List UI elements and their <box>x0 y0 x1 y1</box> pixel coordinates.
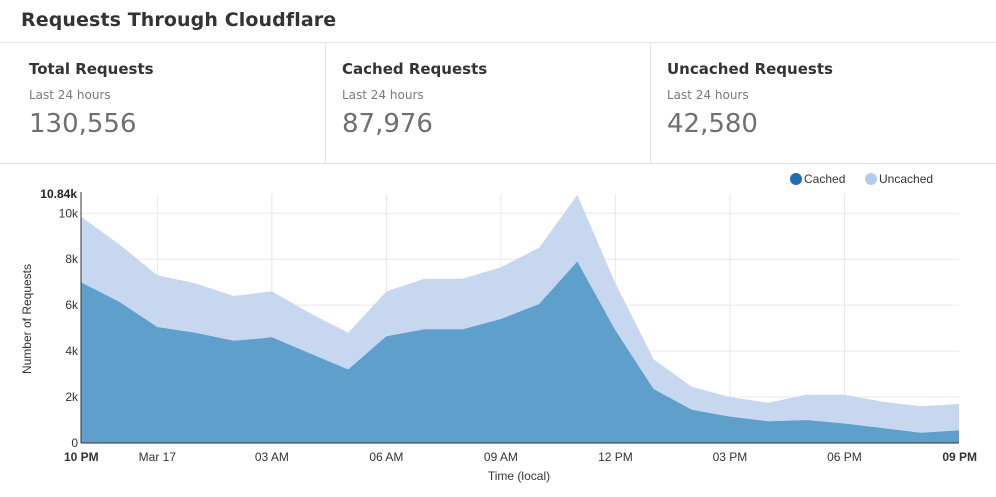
y-tick-label: 10k <box>59 206 79 220</box>
legend-swatch-uncached[interactable] <box>865 173 877 185</box>
x-tick-label: 09 AM <box>484 450 518 464</box>
y-tick-label: 6k <box>65 298 79 312</box>
y-axis-title: Number of Requests <box>20 264 34 374</box>
legend-label-cached: Cached <box>804 172 845 186</box>
x-tick-label: 06 PM <box>827 450 862 464</box>
legend-swatch-cached[interactable] <box>790 173 802 185</box>
y-tick-label: 4k <box>65 344 79 358</box>
x-tick-label: 12 PM <box>598 450 633 464</box>
stat-subtitle: Last 24 hours <box>29 88 111 102</box>
stat-title: Total Requests <box>29 60 154 78</box>
x-tick-label: 10 PM <box>64 450 99 464</box>
stat-card-cached: Cached Requests Last 24 hours 87,976 <box>325 43 650 163</box>
y-max-label: 10.84k <box>40 187 77 201</box>
legend-label-uncached: Uncached <box>879 172 933 186</box>
stat-value: 87,976 <box>342 109 433 139</box>
x-tick-label: 09 PM <box>942 450 977 464</box>
x-axis-title: Time (local) <box>488 469 550 483</box>
stat-value: 42,580 <box>667 109 758 139</box>
stat-title: Uncached Requests <box>667 60 833 78</box>
stat-value: 130,556 <box>29 109 137 139</box>
stats-row: Total Requests Last 24 hours 130,556 Cac… <box>0 43 996 164</box>
stat-title: Cached Requests <box>342 60 488 78</box>
stat-card-uncached: Uncached Requests Last 24 hours 42,580 <box>650 43 996 163</box>
stat-subtitle: Last 24 hours <box>667 88 749 102</box>
x-tick-label: 03 PM <box>713 450 748 464</box>
page-header: Requests Through Cloudflare <box>0 0 996 43</box>
chart-svg: 10.84k 0 2k 4k 6k 8k 10k 10 PM Mar 17 03 AM 06 AM 0… <box>20 172 977 483</box>
y-tick-label: 2k <box>65 390 79 404</box>
stat-subtitle: Last 24 hours <box>342 88 424 102</box>
x-tick-label: 03 AM <box>255 450 289 464</box>
y-tick-label: 8k <box>65 252 79 266</box>
x-tick-label: Mar 17 <box>139 450 177 464</box>
x-tick-label: 06 AM <box>369 450 403 464</box>
requests-chart: 10.84k 0 2k 4k 6k 8k 10k 10 PM Mar 17 03 AM 06 AM 0… <box>0 164 996 497</box>
y-tick-label: 0 <box>71 436 78 450</box>
page-title: Requests Through Cloudflare <box>21 9 337 31</box>
stat-card-total: Total Requests Last 24 hours 130,556 <box>0 43 325 163</box>
